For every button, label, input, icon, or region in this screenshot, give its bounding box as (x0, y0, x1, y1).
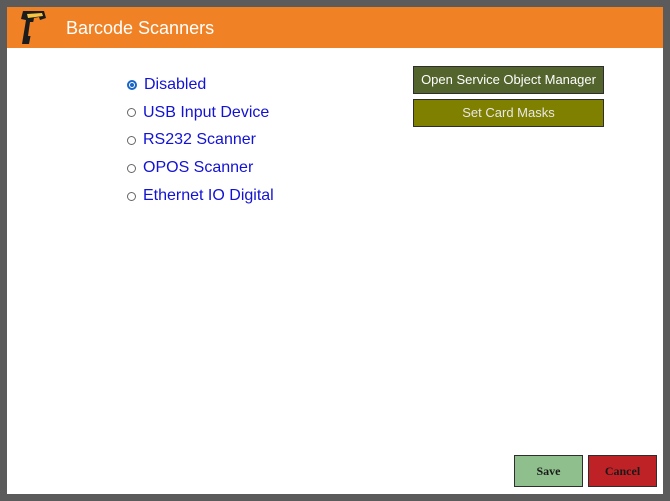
radio-label-rs232-scanner: RS232 Scanner (143, 131, 256, 149)
barcode-scanners-window: Barcode Scanners Disabled USB Input Devi… (0, 0, 670, 501)
radio-rs232-scanner[interactable]: RS232 Scanner (127, 127, 274, 155)
radio-unchecked-icon[interactable] (127, 163, 136, 173)
save-button[interactable]: Save (514, 455, 583, 487)
radio-unchecked-icon[interactable] (127, 108, 136, 118)
open-service-object-manager-button[interactable]: Open Service Object Manager (413, 66, 604, 94)
radio-opos-scanner[interactable]: OPOS Scanner (127, 154, 274, 182)
radio-unchecked-icon[interactable] (127, 135, 136, 145)
window-title: Barcode Scanners (66, 18, 215, 38)
title-bar: Barcode Scanners (7, 7, 663, 48)
radio-label-opos-scanner: OPOS Scanner (143, 159, 254, 177)
scanner-type-radio-group: Disabled USB Input Device RS232 Scanner … (127, 71, 274, 210)
radio-disabled[interactable]: Disabled (127, 71, 274, 99)
radio-label-ethernet-io-digital: Ethernet IO Digital (143, 187, 274, 205)
cancel-button[interactable]: Cancel (588, 455, 657, 487)
radio-usb-input-device[interactable]: USB Input Device (127, 99, 274, 127)
set-card-masks-button[interactable]: Set Card Masks (413, 99, 604, 127)
radio-checked-icon[interactable] (127, 79, 137, 90)
radio-ethernet-io-digital[interactable]: Ethernet IO Digital (127, 182, 274, 210)
radio-label-disabled: Disabled (144, 75, 207, 93)
radio-unchecked-icon[interactable] (127, 191, 136, 201)
radio-label-usb-input-device: USB Input Device (143, 103, 270, 121)
barcode-scanner-icon (21, 11, 46, 44)
